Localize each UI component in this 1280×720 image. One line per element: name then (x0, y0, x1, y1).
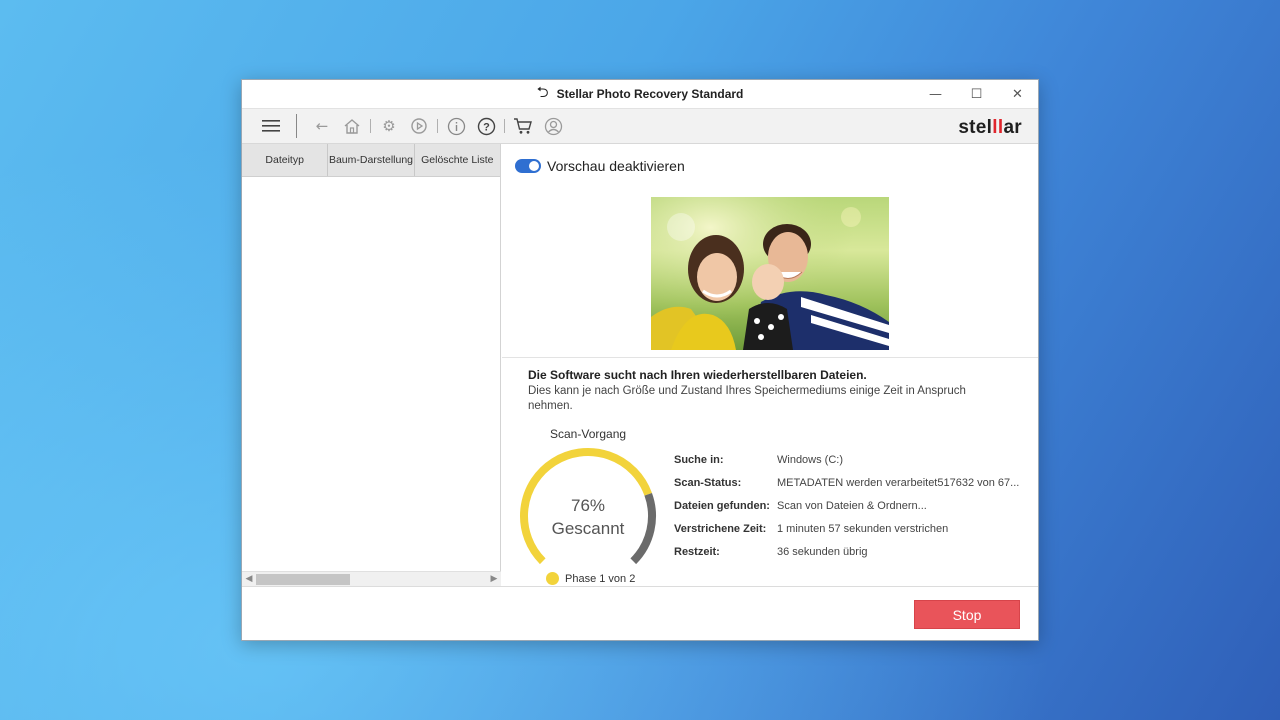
info-key: Suche in: (674, 453, 724, 466)
info-row: Dateien gefunden: Scan von Dateien & Ordn… (674, 494, 1019, 517)
app-window: ⮌ Stellar Photo Recovery Standard — ☐ ✕ … (241, 79, 1039, 641)
info-key: Scan-Status: (674, 476, 742, 489)
section-divider (502, 357, 1038, 358)
help-icon[interactable]: ? (475, 115, 497, 137)
toolbar-divider (296, 114, 297, 138)
phase-label: Phase 1 von 2 (565, 572, 636, 585)
view-tabs: Dateityp Baum-Darstellung Gelöschte List… (242, 144, 500, 177)
app-logo-icon: ⮌ (536, 82, 549, 101)
info-key: Dateien gefunden: (674, 499, 770, 512)
minimize-button[interactable]: — (915, 80, 956, 108)
scroll-left-arrow-icon[interactable]: ◀ (242, 572, 256, 586)
stellar-logo: stelllar (958, 117, 1022, 138)
scroll-right-arrow-icon[interactable]: ▶ (487, 572, 501, 586)
resume-recovery-icon[interactable] (408, 115, 430, 137)
scan-progress-title: Scan-Vorgang (550, 427, 627, 441)
scan-message-heading: Die Software sucht nach Ihren wiederhers… (528, 368, 867, 382)
footer-bar: Stop (242, 586, 1038, 640)
info-value: METADATEN werden verarbeitet517632 von 6… (777, 476, 1020, 489)
hamburger-menu-icon[interactable] (260, 115, 282, 137)
horizontal-scrollbar[interactable]: ◀ ▶ (242, 571, 501, 586)
toolbar-divider (370, 119, 371, 133)
file-list-panel: Dateityp Baum-Darstellung Gelöschte List… (242, 144, 501, 586)
svg-text:?: ? (483, 121, 490, 133)
info-value: Windows (C:) (777, 453, 844, 466)
close-button[interactable]: ✕ (997, 80, 1038, 108)
user-account-icon[interactable] (542, 115, 564, 137)
tab-dateityp[interactable]: Dateityp (242, 144, 329, 176)
scan-phase: Phase 1 von 2 (546, 572, 635, 585)
preview-panel: Vorschau deaktivieren Die Software sucht… (502, 144, 1038, 586)
info-row: Verstrichene Zeit: 1 minuten 57 sekunden … (674, 517, 1019, 540)
info-row: Scan-Status: METADATEN werden verarbeitet… (674, 471, 1019, 494)
info-key: Restzeit: (674, 545, 720, 558)
tab-geloeschte-liste[interactable]: Gelöschte Liste (415, 144, 500, 176)
info-key: Verstrichene Zeit: (674, 522, 767, 535)
home-icon[interactable] (341, 115, 363, 137)
toggle-knob (529, 161, 539, 171)
scan-scanned-label: Gescannt (551, 519, 625, 538)
stop-button[interactable]: Stop (914, 600, 1020, 629)
window-title: Stellar Photo Recovery Standard (556, 87, 744, 101)
preview-toggle[interactable] (515, 159, 541, 173)
phase-indicator-dot (546, 572, 559, 585)
tab-baum-darstellung[interactable]: Baum-Darstellung (328, 144, 415, 176)
info-icon[interactable] (445, 115, 467, 137)
info-value: Scan von Dateien & Ordnern... (777, 499, 927, 512)
info-row: Suche in: Windows (C:) (674, 448, 1019, 471)
settings-gear-icon[interactable]: ⚙ (378, 115, 400, 137)
scan-percent: 76% (570, 496, 606, 515)
maximize-button[interactable]: ☐ (956, 80, 997, 108)
toolbar-divider (504, 119, 505, 133)
toolbar-divider (437, 119, 438, 133)
toolbar: ← ⚙ ? stelllar (242, 108, 1038, 144)
scroll-thumb[interactable] (256, 573, 350, 585)
info-value: 36 sekunden übrig (777, 545, 868, 558)
info-value: 1 minuten 57 sekunden verstrichen (777, 522, 949, 535)
scroll-track[interactable] (256, 573, 487, 586)
preview-photo (651, 197, 889, 350)
title-bar: ⮌ Stellar Photo Recovery Standard — ☐ ✕ (242, 80, 1038, 108)
scan-message-text: Dies kann je nach Größe und Zustand Ihre… (528, 385, 966, 412)
info-row: Restzeit: 36 sekunden übrig (674, 540, 1019, 563)
back-arrow-icon[interactable]: ← (311, 115, 333, 137)
preview-toggle-label: Vorschau deaktivieren (547, 158, 685, 174)
shopping-cart-icon[interactable] (512, 115, 534, 137)
scan-info-table: Suche in: Windows (C:) Scan-Status: METADA… (674, 448, 1019, 563)
